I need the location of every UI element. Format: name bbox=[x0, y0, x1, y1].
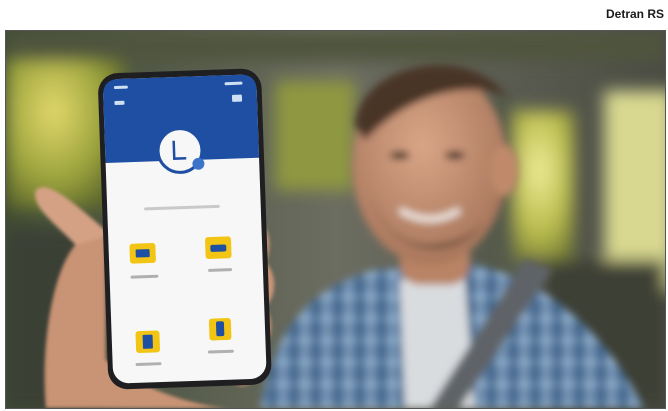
photo-credit: Detran RS bbox=[605, 7, 664, 21]
photo bbox=[5, 30, 666, 409]
